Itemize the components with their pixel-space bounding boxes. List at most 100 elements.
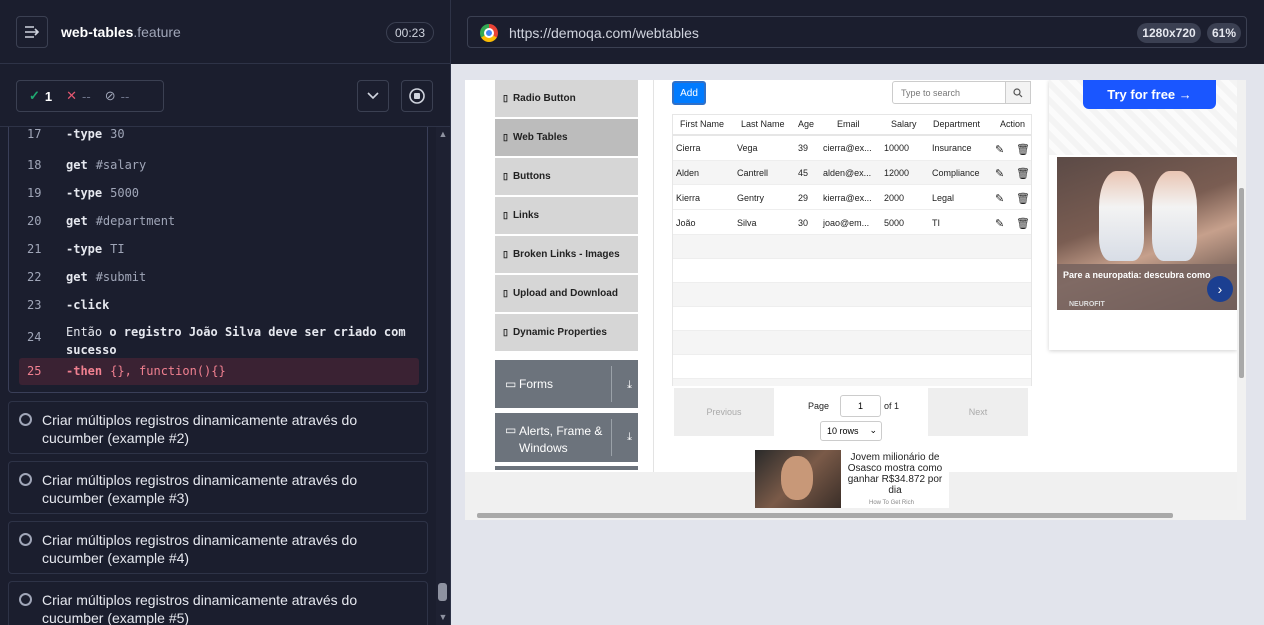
download-icon: ⤓: [627, 379, 632, 391]
test-stats: ✓ 1 ✕ -- ⊘ --: [16, 80, 164, 112]
ad-banner-bottom[interactable]: Jovem milionário de Osasco mostra como g…: [755, 450, 949, 508]
sidebar-item-radio-button[interactable]: ▯ Radio Button: [495, 80, 638, 118]
table-row: Kierra Gentry 29 kierra@ex... 2000 Legal…: [673, 186, 1031, 210]
scroll-down-icon[interactable]: ▼: [438, 612, 448, 622]
cross-icon: ✕: [66, 88, 78, 103]
search-input[interactable]: Type to search: [892, 81, 1006, 104]
ad-banner-right[interactable]: Try for free → Pare a neuropatia: descub…: [1049, 80, 1237, 350]
delete-icon[interactable]: 🗑: [1016, 167, 1030, 180]
step-line[interactable]: 23 -click: [19, 292, 419, 314]
browser-panel: https://demoqa.com/webtables 1280x720 61…: [451, 0, 1264, 625]
empty-row: [673, 259, 1031, 283]
menu-arrow-icon: [25, 26, 40, 38]
empty-row: [673, 283, 1031, 307]
sidebar-item-links[interactable]: ▯ Links: [495, 197, 638, 235]
col-age[interactable]: Age: [798, 119, 814, 129]
divider: [653, 80, 654, 472]
download-icon: ⤓: [627, 431, 632, 443]
stats-bar: ✓ 1 ✕ -- ⊘ --: [0, 64, 450, 127]
book-icon: ▯: [503, 249, 508, 259]
book-icon: ▯: [503, 93, 508, 103]
url-text: https://demoqa.com/webtables: [509, 25, 699, 41]
col-salary[interactable]: Salary: [891, 119, 917, 129]
stop-button[interactable]: [401, 80, 433, 112]
col-department[interactable]: Department: [933, 119, 980, 129]
group-forms[interactable]: ▭ Forms ⤓: [495, 360, 638, 408]
test-steps: 17 -type 30 18 get #salary 19 -type 5000 20 get…: [8, 127, 428, 393]
book-icon: ▯: [503, 132, 508, 142]
search-button[interactable]: [1005, 81, 1031, 104]
group-alerts[interactable]: ▭ Alerts, Frame & Windows ⤓: [495, 413, 638, 462]
scenario-item[interactable]: Criar múltiplos registros dinamicamente …: [8, 461, 428, 514]
scenario-item[interactable]: Criar múltiplos registros dinamicamente …: [8, 521, 428, 574]
chevron-down-icon: ⌄: [869, 425, 877, 435]
step-line[interactable]: 21 -type TI: [19, 236, 419, 258]
chevron-right-icon[interactable]: ›: [1207, 276, 1233, 302]
step-line[interactable]: 18 get #salary: [19, 152, 419, 174]
run-timer: 00:23: [386, 22, 434, 43]
table-row: Cierra Vega 39 cierra@ex... 10000 Insura…: [673, 137, 1031, 161]
edit-icon[interactable]: ✎: [995, 143, 1004, 156]
viewport-hscroll[interactable]: [465, 510, 1237, 520]
step-line[interactable]: 19 -type 5000: [19, 180, 419, 202]
sidebar-item-buttons[interactable]: ▯ Buttons: [495, 158, 638, 196]
previous-button[interactable]: Previous: [674, 388, 774, 436]
collapse-button[interactable]: [357, 80, 389, 112]
delete-icon[interactable]: 🗑: [1016, 143, 1030, 156]
ad-source: How To Get Rich: [869, 500, 914, 506]
delete-icon[interactable]: 🗑: [1016, 192, 1030, 205]
specs-menu-button[interactable]: [16, 16, 48, 48]
ad-thumbnail: [755, 450, 841, 508]
left-scrollbar[interactable]: [436, 127, 450, 625]
chevron-down-icon: [367, 92, 379, 100]
col-email[interactable]: Email: [837, 119, 860, 129]
scrollbar-thumb[interactable]: [438, 583, 447, 601]
viewport-vscroll[interactable]: [1237, 80, 1246, 520]
url-bar[interactable]: https://demoqa.com/webtables 1280x720 61…: [467, 16, 1247, 48]
passed-count: ✓ 1: [29, 88, 53, 104]
app-viewport: ▯ Radio Button ▯ Web Tables ▯ Buttons ▯ Link…: [465, 80, 1246, 520]
book-icon: ▯: [503, 288, 508, 298]
window-icon: ▭: [505, 423, 517, 437]
add-button[interactable]: Add: [672, 81, 706, 105]
step-line[interactable]: 20 get #department: [19, 208, 419, 230]
ad-source: NEUROFIT: [1069, 301, 1105, 308]
col-first-name[interactable]: First Name: [680, 119, 724, 129]
scenario-item[interactable]: Criar múltiplos registros dinamicamente …: [8, 401, 428, 454]
try-free-button[interactable]: Try for free →: [1083, 80, 1216, 109]
step-line[interactable]: 17 -type 30: [19, 127, 419, 149]
edit-icon[interactable]: ✎: [995, 217, 1004, 230]
scenario-item[interactable]: Criar múltiplos registros dinamicamente …: [8, 581, 428, 625]
table-row: João Silva 30 joao@em... 5000 TI ✎ 🗑: [673, 211, 1031, 235]
sidebar-item-upload-download[interactable]: ▯ Upload and Download: [495, 275, 638, 313]
spec-file-name: web-tables.feature: [61, 24, 181, 40]
pending-circle-icon: [19, 413, 32, 426]
failed-count: ✕ --: [66, 88, 91, 104]
pending-circle-icon: [19, 473, 32, 486]
resolution-badge: 1280x720: [1137, 23, 1201, 43]
book-icon: ▯: [503, 210, 508, 220]
table-row: Alden Cantrell 45 alden@ex... 12000 Comp…: [673, 161, 1031, 185]
scroll-up-icon[interactable]: ▲: [438, 129, 448, 139]
col-last-name[interactable]: Last Name: [741, 119, 785, 129]
page-input[interactable]: 1: [840, 395, 881, 417]
sidebar-item-web-tables[interactable]: ▯ Web Tables: [495, 119, 638, 157]
edit-icon[interactable]: ✎: [995, 167, 1004, 180]
edit-icon[interactable]: ✎: [995, 192, 1004, 205]
sidebar-item-broken-links[interactable]: ▯ Broken Links - Images: [495, 236, 638, 274]
pending-circle-icon: [19, 593, 32, 606]
delete-icon[interactable]: 🗑: [1016, 217, 1030, 230]
pagination: Previous Page 1 of 1 10 rows ⌄ Next: [672, 386, 1032, 441]
skipped-count: ⊘ --: [104, 88, 130, 104]
empty-row: [673, 235, 1031, 259]
zoom-badge: 61%: [1207, 23, 1241, 43]
step-line[interactable]: 24 Então o registro João Silva deve ser …: [19, 318, 419, 358]
rows-select[interactable]: 10 rows ⌄: [820, 421, 882, 441]
sidebar-item-dynamic-properties[interactable]: ▯ Dynamic Properties: [495, 314, 638, 352]
next-button[interactable]: Next: [928, 388, 1028, 436]
runner-header: web-tables.feature 00:23: [0, 0, 450, 64]
form-icon: ▭: [505, 377, 517, 391]
failed-step-line[interactable]: 25 -then {}, function(){}: [19, 358, 419, 385]
step-line[interactable]: 22 get #submit: [19, 264, 419, 286]
empty-row: [673, 331, 1031, 355]
